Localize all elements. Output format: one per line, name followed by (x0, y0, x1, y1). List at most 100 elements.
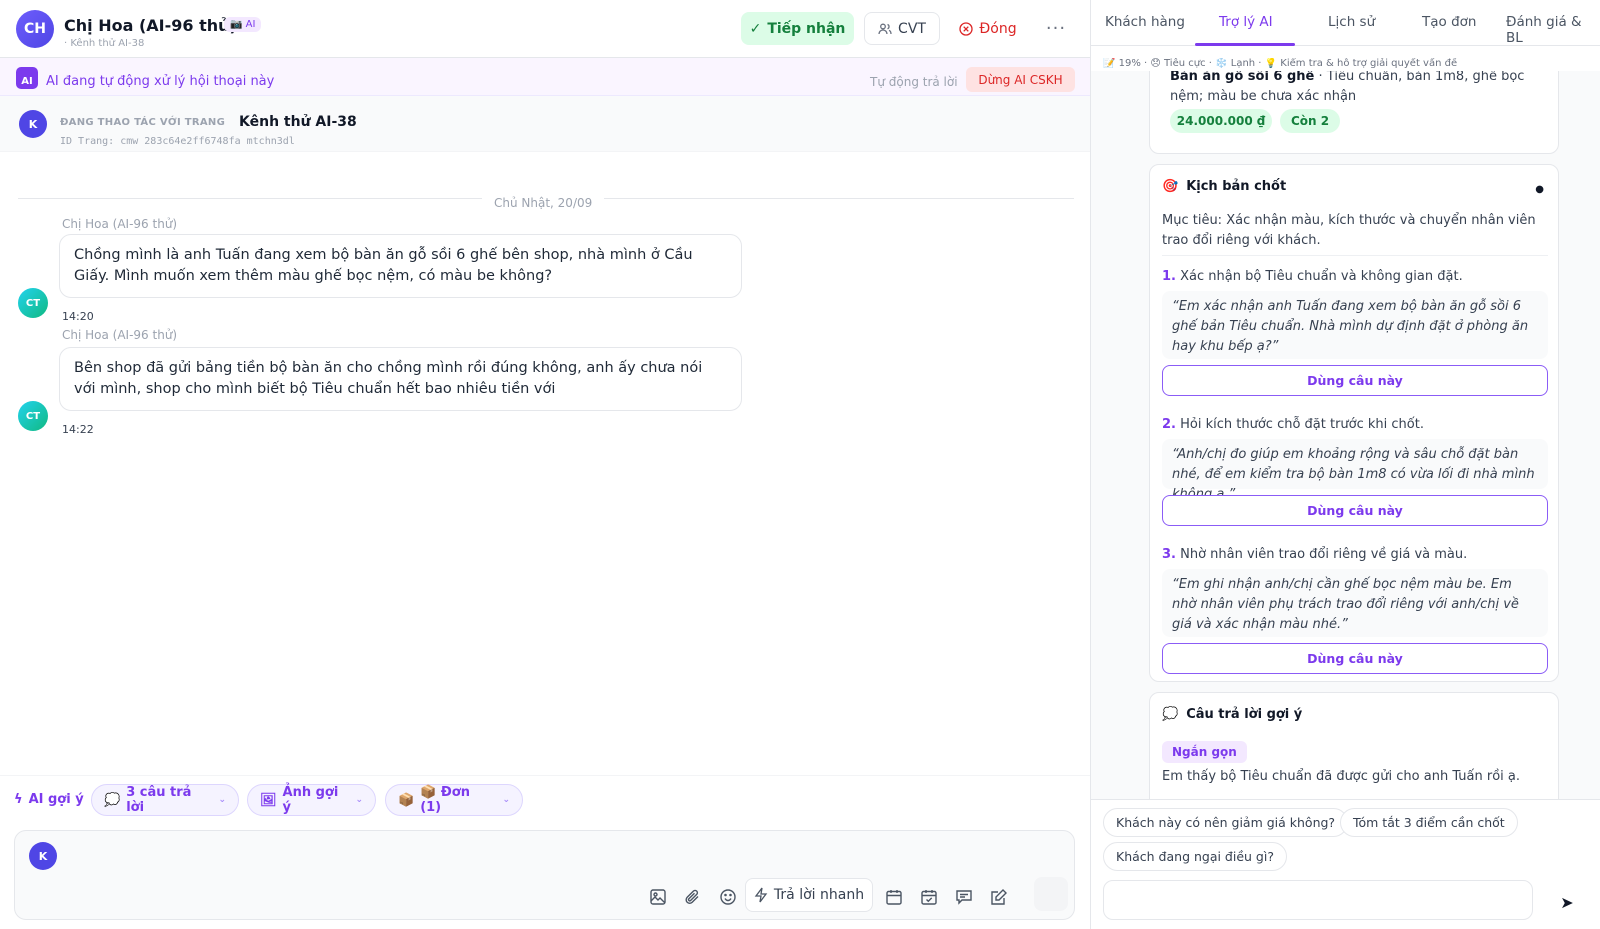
product-name: Bàn ăn gỗ sồi 6 ghế (1170, 71, 1315, 84)
ai-status-text: AI đang tự động xử lý hội thoại này (46, 74, 275, 89)
orders-chip[interactable]: 📦 📦 Đơn (1) ⌄ (385, 784, 523, 816)
product-price: 24.000.000 ₫ (1170, 109, 1272, 133)
calendar-check-icon[interactable] (916, 884, 942, 910)
tab-customer[interactable]: Khách hàng (1105, 14, 1185, 30)
tab-reviews[interactable]: Đánh giá & BL (1506, 14, 1600, 46)
page-context-bar: K ĐANG THAO TÁC VỚI TRANG Kênh thử AI-38… (0, 96, 1090, 152)
customer-insight-tags: 📝 19% · 😞 Tiêu cực · ❄️ Lạnh · 💡 Kiểm tr… (1103, 58, 1458, 69)
thought-bubble-icon: 💭 (104, 792, 121, 808)
replies-chip-label: 3 câu trả lời (126, 785, 192, 815)
page-avatar: K (19, 110, 47, 138)
step-number: 2. (1162, 417, 1176, 432)
ai-suggest-label: ϟ AI gợi ý (14, 792, 84, 807)
chevron-down-icon: ⌄ (355, 795, 363, 805)
check-icon: ✓ (749, 20, 762, 37)
cvt-label: CVT (898, 20, 926, 37)
quick-reply-label: Trả lời nhanh (773, 887, 865, 903)
assistant-panel: Khách hàng Trợ lý AI Lịch sử Tạo đơn Đán… (1090, 0, 1600, 929)
accept-label: Tiếp nhận (767, 20, 846, 37)
chevron-down-icon: ⌄ (502, 795, 510, 805)
script-step: 1. Xác nhận bộ Tiêu chuẩn và không gian … (1162, 269, 1463, 284)
script-step: 2. Hỏi kích thước chỗ đặt trước khi chốt… (1162, 417, 1424, 432)
collapse-icon[interactable]: ● (1535, 184, 1544, 195)
quick-question-chip[interactable]: Tóm tắt 3 điểm cần chốt (1340, 808, 1518, 837)
message-time: 14:22 (62, 423, 94, 436)
quick-reply-button[interactable]: Trả lời nhanh (745, 878, 873, 912)
ai-status-banner: AI AI đang tự động xử lý hội thoại này T… (0, 58, 1090, 96)
images-chip[interactable]: 🖼 Ảnh gợi ý ⌄ (247, 784, 376, 816)
customer-avatar[interactable]: CH (16, 10, 54, 48)
tab-create-order[interactable]: Tạo đơn (1422, 14, 1476, 30)
assistant-input[interactable] (1103, 880, 1533, 920)
image-upload-icon[interactable] (645, 884, 671, 910)
close-conversation-button[interactable]: Đóng (950, 12, 1026, 45)
message-sender: Chị Hoa (AI-96 thử) (62, 217, 178, 231)
suggested-answer-text[interactable]: Em thấy bộ Tiêu chuẩn đã được gửi cho an… (1162, 769, 1552, 784)
step-number: 3. (1162, 547, 1176, 562)
users-icon (878, 22, 892, 36)
closing-script-title: Kịch bản chốt (1186, 179, 1287, 194)
use-sentence-button[interactable]: Dùng câu này (1162, 365, 1548, 396)
attachment-icon[interactable] (680, 884, 706, 910)
speech-bubble-icon: 💭 (1162, 707, 1179, 722)
closing-script-header[interactable]: 🎯 Kịch bản chốt (1162, 179, 1286, 194)
date-label: Chủ Nhật, 20/09 (482, 196, 605, 210)
close-label: Đóng (979, 20, 1017, 37)
closing-script-card: 🎯 Kịch bản chốt ● Mục tiêu: Xác nhận màu… (1149, 164, 1559, 682)
customer-name: Chị Hoa (AI-96 thử) (64, 16, 237, 35)
step-number: 1. (1162, 269, 1176, 284)
message-bubble: Chồng mình là anh Tuấn đang xem bộ bàn ă… (59, 234, 742, 298)
quick-question-chip[interactable]: Khách này có nên giảm giá không? (1103, 808, 1349, 837)
quick-question-chip[interactable]: Khách đang ngại điều gì? (1103, 842, 1287, 871)
message-template-icon[interactable] (951, 884, 977, 910)
lightning-icon: ϟ (14, 792, 23, 807)
close-circle-icon (959, 21, 974, 36)
use-sentence-button[interactable]: Dùng câu này (1162, 495, 1548, 526)
divider (1162, 255, 1548, 256)
accept-button[interactable]: ✓ Tiếp nhận (741, 12, 854, 45)
step-title: Xác nhận bộ Tiêu chuẩn và không gian đặt… (1180, 269, 1463, 284)
replies-chip[interactable]: 💭 3 câu trả lời ⌄ (91, 784, 239, 816)
tab-ai-assistant[interactable]: Trợ lý AI (1219, 14, 1273, 30)
page-context-label: ĐANG THAO TÁC VỚI TRANG (60, 117, 226, 128)
ai-suggestions-bar: ϟ AI gợi ý 💭 3 câu trả lời ⌄ 🖼 Ảnh gợi ý… (0, 775, 1090, 822)
app-root: CH Chị Hoa (AI-96 thử) 📷 AI · Kênh thử A… (0, 0, 1600, 929)
step-title: Hỏi kích thước chỗ đặt trước khi chốt. (1180, 417, 1424, 432)
suggested-answers-card: 💭 Câu trả lời gợi ý Ngắn gọn Em thấy bộ … (1149, 692, 1559, 799)
target-icon: 🎯 (1162, 179, 1179, 194)
emoji-icon[interactable] (715, 884, 741, 910)
tab-history[interactable]: Lịch sử (1328, 14, 1375, 30)
message-avatar: CT (18, 401, 48, 431)
step-quote: “Em xác nhận anh Tuấn đang xem bộ bàn ăn… (1162, 291, 1548, 359)
send-button[interactable] (1034, 877, 1068, 911)
message-avatar: CT (18, 288, 48, 318)
message-sender: Chị Hoa (AI-96 thử) (62, 328, 178, 342)
script-goal: Mục tiêu: Xác nhận màu, kích thước và ch… (1162, 213, 1536, 248)
message-composer[interactable]: K Trả lời nhanh (14, 830, 1075, 920)
ai-badge: 📷 AI (224, 17, 262, 32)
step-quote: “Anh/chị đo giúp em khoảng rộng và sâu c… (1162, 439, 1548, 502)
product-title: Bàn ăn gỗ sồi 6 ghế · Tiêu chuẩn, bàn 1m… (1170, 71, 1550, 107)
channel-subtitle: · Kênh thử AI-38 (64, 38, 145, 49)
auto-reply-label: Tự động trả lời (870, 75, 958, 89)
ai-suggest-text: AI gợi ý (28, 792, 84, 807)
stop-ai-button[interactable]: Dừng AI CSKH (966, 67, 1075, 92)
ai-icon: AI (16, 67, 38, 89)
calendar-icon[interactable] (881, 884, 907, 910)
step-quote: “Em ghi nhận anh/chị cần ghế bọc nệm màu… (1162, 569, 1548, 637)
edit-note-icon[interactable] (986, 884, 1012, 910)
product-stock: Còn 2 (1280, 109, 1340, 133)
script-step: 3. Nhờ nhân viên trao đổi riêng về giá v… (1162, 547, 1467, 562)
assistant-scroll-area[interactable]: Bàn ăn gỗ sồi 6 ghế · Tiêu chuẩn, bàn 1m… (1091, 71, 1600, 799)
more-options-button[interactable]: ··· (1038, 12, 1074, 45)
use-sentence-button[interactable]: Dùng câu này (1162, 643, 1548, 674)
product-card: Bàn ăn gỗ sồi 6 ghế · Tiêu chuẩn, bàn 1m… (1149, 71, 1559, 154)
cvt-button[interactable]: CVT (864, 12, 940, 45)
images-chip-label: Ảnh gợi ý (282, 785, 339, 815)
suggested-answers-title: Câu trả lời gợi ý (1186, 707, 1303, 722)
suggested-answers-header: 💭 Câu trả lời gợi ý (1162, 707, 1302, 722)
page-id: ID Trang: cmw_283c64e2ff6748fa_mtchn3dl (60, 136, 295, 146)
conversation-panel: CH Chị Hoa (AI-96 thử) 📷 AI · Kênh thử A… (0, 0, 1090, 929)
send-arrow-icon[interactable]: ➤ (1547, 886, 1587, 918)
answer-style-tag: Ngắn gọn (1162, 741, 1247, 763)
